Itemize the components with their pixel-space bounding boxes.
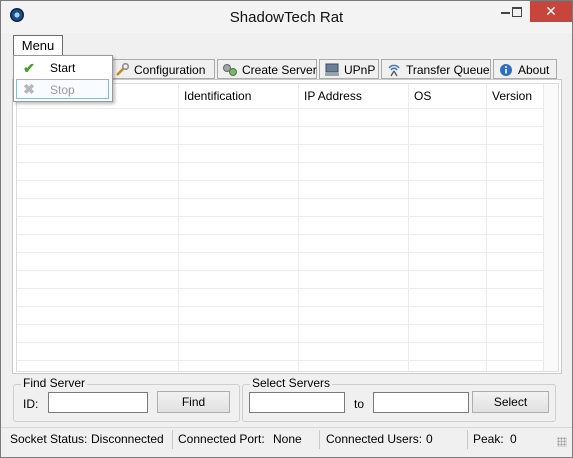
find-button[interactable]: Find [157, 391, 230, 413]
grid-line [408, 84, 409, 371]
grid-row-line [17, 198, 544, 199]
status-divider [172, 430, 173, 449]
connected-port-label: Connected Port: [178, 432, 265, 446]
tab-content-panel: Identification IP Address OS Version [12, 79, 562, 374]
info-icon [498, 63, 514, 77]
grid-row-line [17, 252, 544, 253]
grid-row-line [17, 216, 544, 217]
maximize-button[interactable] [504, 1, 530, 22]
list-scrollbar[interactable] [543, 84, 558, 371]
menu-button[interactable]: Menu [13, 35, 63, 56]
to-label: to [354, 397, 365, 411]
grid-row-line [17, 324, 544, 325]
main-window: ShadowTech Rat ✕ Menu Configuration Crea… [0, 0, 573, 458]
select-button[interactable]: Select [472, 391, 549, 413]
id-label: ID: [23, 397, 39, 411]
gears-icon [222, 63, 238, 77]
column-header-identification[interactable]: Identification [179, 84, 299, 108]
tab-transfer-queue[interactable]: Transfer Queue [381, 59, 491, 79]
socket-status-label: Socket Status: [10, 432, 88, 446]
grid-line [298, 84, 299, 371]
grid-line [486, 84, 487, 371]
select-to-input[interactable] [373, 392, 469, 413]
menu-dropdown: ✔ Start ✖ Stop [13, 55, 113, 102]
tab-about[interactable]: About [493, 59, 557, 79]
clients-list[interactable]: Identification IP Address OS Version [16, 83, 559, 372]
tab-label: About [518, 63, 550, 77]
maximize-icon [512, 6, 522, 17]
status-divider [319, 430, 320, 449]
peak-value: 0 [510, 432, 517, 446]
x-icon: ✖ [23, 81, 35, 97]
wrench-icon [114, 62, 130, 77]
menu-item-label: Stop [50, 83, 75, 97]
select-servers-group: Select Servers to Select [242, 376, 556, 422]
menu-item-label: Start [50, 61, 76, 75]
grid-row-line [17, 360, 544, 361]
grid-row-line [17, 306, 544, 307]
peak-label: Peak: [473, 432, 504, 446]
antenna-icon [386, 63, 402, 77]
column-header-ip-address[interactable]: IP Address [299, 84, 409, 108]
tab-configuration[interactable]: Configuration [109, 59, 215, 79]
grid-row-line [17, 288, 544, 289]
grid-row-line [17, 234, 544, 235]
grid-row-line [17, 180, 544, 181]
tab-label: Configuration [134, 63, 206, 77]
tab-label: Create Server [242, 63, 317, 77]
grid-row-line [17, 108, 544, 109]
connected-users-label: Connected Users: [326, 432, 423, 446]
window-title: ShadowTech Rat [229, 9, 344, 26]
menu-item-stop[interactable]: ✖ Stop [16, 79, 109, 99]
column-header-version[interactable]: Version [487, 84, 544, 108]
select-servers-title: Select Servers [250, 376, 333, 390]
column-header-os[interactable]: OS [409, 84, 487, 108]
tab-label: Transfer Queue [406, 63, 490, 77]
find-server-title: Find Server [21, 376, 88, 390]
grid-row-line [17, 144, 544, 145]
select-from-input[interactable] [249, 392, 345, 413]
connected-users-value: 0 [426, 432, 433, 446]
find-server-group: Find Server ID: Find [13, 376, 240, 422]
grid-row-line [17, 342, 544, 343]
tab-label: UPnP [344, 63, 376, 77]
socket-status-value: Disconnected [91, 432, 164, 446]
tab-create-server[interactable]: Create Server [217, 59, 317, 79]
grid-row-line [17, 162, 544, 163]
tab-upnp[interactable]: UPnP [319, 59, 379, 79]
resize-grip-icon[interactable] [557, 437, 567, 447]
close-button[interactable]: ✕ [530, 1, 572, 22]
network-icon [324, 63, 340, 77]
check-icon: ✔ [23, 60, 35, 76]
title-bar[interactable]: ShadowTech Rat ✕ [1, 1, 572, 33]
status-divider [467, 430, 468, 449]
connected-port-value: None [273, 432, 302, 446]
id-input[interactable] [48, 392, 148, 413]
grid-line [178, 84, 179, 371]
status-bar: Socket Status: Disconnected Connected Po… [1, 427, 572, 451]
grid-row-line [17, 126, 544, 127]
menu-item-start[interactable]: ✔ Start [16, 58, 109, 78]
grid-row-line [17, 270, 544, 271]
